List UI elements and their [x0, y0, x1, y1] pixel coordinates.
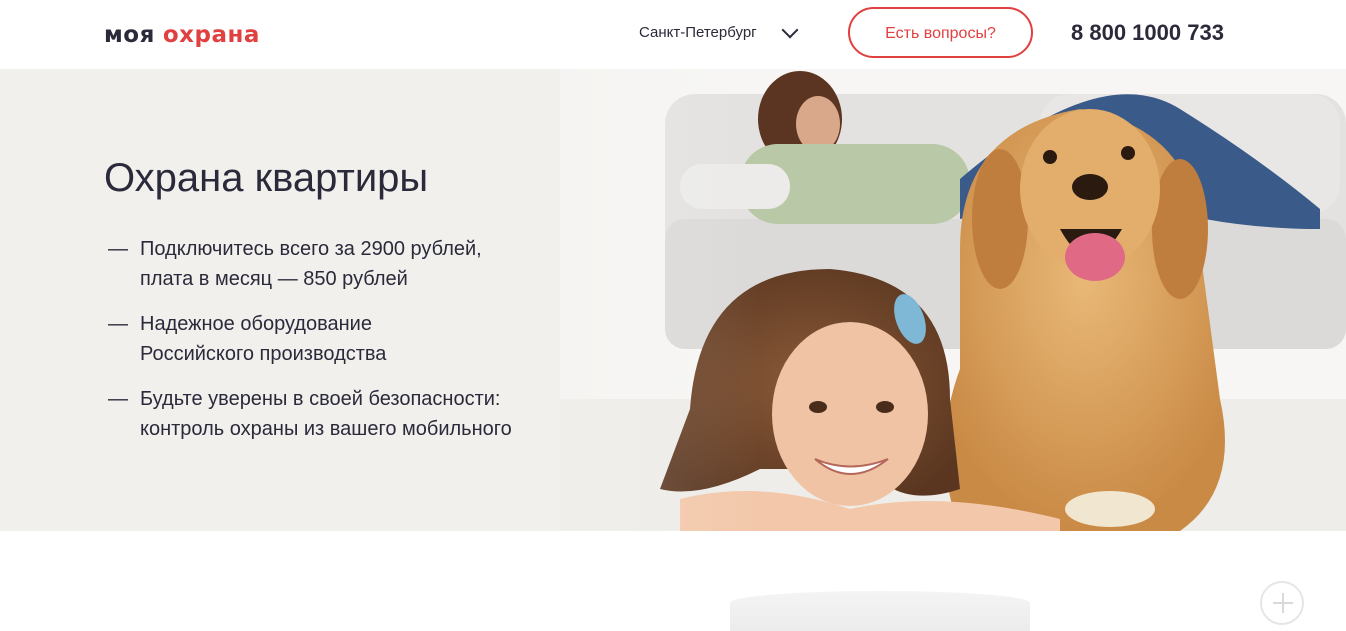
list-item: — Будьте уверены в своей безопасности: к… — [108, 384, 512, 444]
list-item: — Подключитесь всего за 2900 рублей, пла… — [108, 234, 512, 294]
plus-icon[interactable] — [1260, 581, 1304, 625]
city-selector[interactable]: Санкт-Петербург — [639, 21, 799, 44]
phone-number[interactable]: 8 800 1000 733 — [1071, 19, 1224, 47]
hero-title: Охрана квартиры — [104, 156, 429, 200]
list-item: — Надежное оборудование Российского прои… — [108, 309, 512, 369]
feature-text: Российского производства — [140, 343, 387, 365]
logo-word-1: моя — [104, 22, 155, 48]
feature-text: Будьте уверены в своей безопасности: — [140, 388, 501, 410]
feature-text: Подключитесь всего за 2900 рублей, — [140, 238, 482, 260]
dash-marker: — — [108, 313, 128, 335]
feature-list: — Подключитесь всего за 2900 рублей, пла… — [108, 234, 512, 459]
device-image — [730, 591, 1030, 631]
hero-banner: Охрана квартиры — Подключитесь всего за … — [0, 69, 1346, 531]
feature-text: плата в месяц — 850 рублей — [140, 268, 408, 290]
questions-button[interactable]: Есть вопросы? — [848, 7, 1033, 58]
feature-text: контроль охраны из вашего мобильного — [140, 418, 512, 440]
next-section — [0, 531, 1346, 631]
city-label: Санкт-Петербург — [639, 24, 757, 41]
logo[interactable]: моя охрана — [104, 19, 260, 51]
dash-marker: — — [108, 388, 128, 410]
dash-marker: — — [108, 238, 128, 260]
logo-word-2: охрана — [162, 22, 260, 48]
site-header: моя охрана Санкт-Петербург Есть вопросы? … — [0, 0, 1346, 69]
feature-text: Надежное оборудование — [140, 313, 372, 335]
chevron-down-icon — [781, 21, 799, 39]
